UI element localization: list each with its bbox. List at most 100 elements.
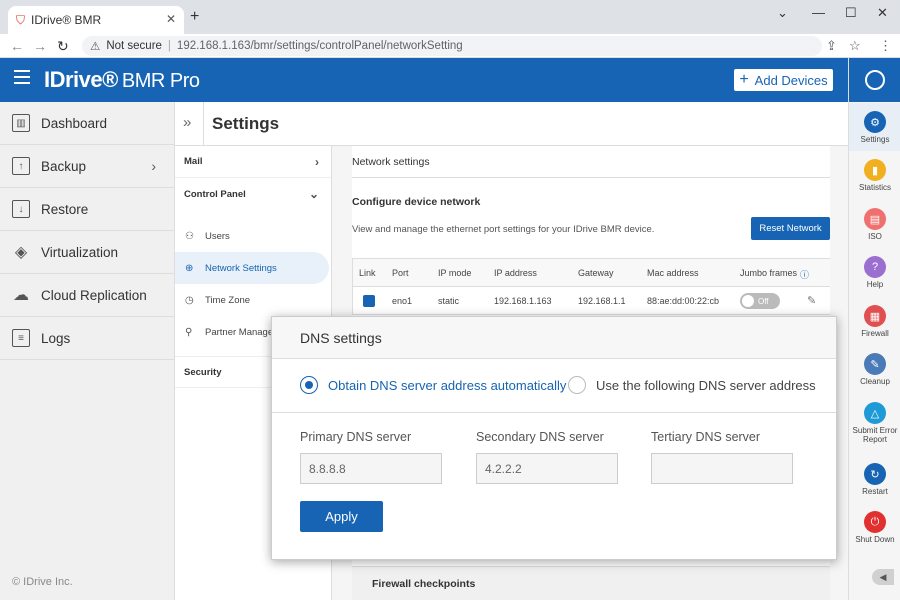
column-header: Mac address	[647, 268, 699, 278]
page-header: » Settings	[175, 102, 848, 146]
rightbar-shut-down[interactable]: ⏻ Shut Down	[849, 511, 900, 544]
secondary-dns-field[interactable]: 4.2.2.2	[476, 453, 618, 484]
main-sidebar: ▥ Dashboard ↑ Backup › ↓ Restore ◈ Virtu…	[0, 102, 175, 600]
reset-network-button[interactable]: Reset Network	[751, 217, 830, 240]
minimize-window-icon[interactable]: —	[812, 5, 825, 20]
sidebar-item-virtualization[interactable]: ◈ Virtualization	[0, 231, 174, 274]
dns-settings-dialog: DNS settings Obtain DNS server address a…	[271, 316, 837, 560]
submenu-item-users[interactable]: ⚇ Users	[175, 220, 331, 252]
configure-title: Configure device network	[352, 196, 481, 208]
jumbo-frames-toggle[interactable]: Off	[740, 293, 780, 309]
address-bar: ← → ↻ ⚠ Not secure | 192.168.1.163/bmr/s…	[0, 34, 900, 58]
firewall-checkpoints-header[interactable]: Firewall checkpoints	[352, 566, 830, 600]
rightbar-firewall[interactable]: ▦ Firewall	[849, 305, 900, 338]
layers-icon: ◈	[14, 244, 28, 261]
minimize-icon[interactable]: ⌄	[777, 5, 788, 21]
submenu-control-panel[interactable]: Control Panel ⌄	[175, 178, 331, 210]
ip-mode-cell: static	[438, 296, 460, 306]
rightbar-settings[interactable]: ⚙ Settings	[849, 103, 900, 151]
dns-dialog-title: DNS settings	[272, 317, 836, 359]
secondary-dns-label: Secondary DNS server	[476, 430, 604, 444]
share-icon[interactable]: ⇪	[826, 38, 837, 54]
radio-unselected-icon	[568, 376, 586, 394]
section-title: Network settings	[352, 146, 830, 178]
port-cell: eno1	[392, 296, 413, 306]
globe-icon: ⊕	[185, 262, 194, 274]
obtain-dns-automatically-radio[interactable]: Obtain DNS server address automatically	[300, 376, 566, 394]
column-header: Gateway	[578, 268, 614, 278]
sidebar-item-cloud-replication[interactable]: ☁ Cloud Replication	[0, 274, 174, 317]
dns-mode-options: Obtain DNS server address automatically …	[272, 359, 836, 413]
back-icon[interactable]: ←	[10, 38, 24, 54]
rightbar-cleanup[interactable]: ✎ Cleanup	[849, 353, 900, 386]
plus-icon: +	[739, 71, 749, 88]
users-icon: ⚇	[185, 230, 194, 242]
browser-menu-icon[interactable]: ⋮	[879, 38, 892, 54]
power-icon: ⏻	[864, 511, 886, 533]
idrive-logo: IDrive® BMR Pro	[44, 67, 200, 92]
right-toolbar: ⚙ Settings ▮ Statistics ▤ ISO ? Help ▦ F…	[848, 58, 900, 600]
url-field[interactable]: ⚠ Not secure | 192.168.1.163/bmr/setting…	[82, 36, 822, 56]
sidebar-item-dashboard[interactable]: ▥ Dashboard	[0, 102, 174, 145]
sidebar-item-backup[interactable]: ↑ Backup ›	[0, 145, 174, 188]
close-tab-icon[interactable]: ✕	[166, 12, 176, 26]
warning-icon: ⚠	[90, 41, 101, 53]
apply-button[interactable]: Apply	[300, 501, 383, 532]
restore-download-icon: ↓	[12, 200, 30, 218]
column-header: Port	[392, 268, 409, 278]
rightbar-submit-error-report[interactable]: △ Submit Error Report	[849, 402, 900, 444]
use-following-dns-radio[interactable]: Use the following DNS server address	[568, 376, 816, 394]
chevron-right-icon: ›	[315, 154, 319, 169]
double-chevron-icon[interactable]: »	[183, 114, 191, 131]
gateway-cell: 192.168.1.1	[578, 296, 626, 306]
header-divider	[203, 102, 204, 146]
new-tab-icon[interactable]: +	[190, 8, 199, 26]
primary-dns-field[interactable]: 8.8.8.8	[300, 453, 442, 484]
submenu-item-time-zone[interactable]: ◷ Time Zone	[175, 284, 331, 316]
iso-file-icon: ▤	[864, 208, 886, 230]
settings-gear-icon: ⚙	[864, 111, 886, 133]
sidebar-item-restore[interactable]: ↓ Restore	[0, 188, 174, 231]
ethernet-link-icon	[363, 295, 375, 307]
help-icon: ?	[864, 256, 886, 278]
rightbar-iso[interactable]: ▤ ISO	[849, 208, 900, 241]
app-header: IDrive® BMR Pro + Add Devices	[0, 58, 848, 102]
browser-tab-bar: ⛉ IDrive® BMR ✕ + ⌄ — ☐ ✕	[0, 0, 900, 34]
submenu-mail[interactable]: Mail ›	[175, 146, 331, 178]
restart-icon: ↻	[864, 463, 886, 485]
close-window-icon[interactable]: ✕	[877, 5, 888, 21]
edit-pencil-icon[interactable]: ✎	[807, 294, 816, 307]
table-header-row: Link Port IP mode IP address Gateway Mac…	[353, 259, 830, 287]
ip-address-cell: 192.168.1.163	[494, 296, 552, 306]
sidebar-item-logs[interactable]: ≡ Logs	[0, 317, 174, 360]
rightbar-statistics[interactable]: ▮ Statistics	[849, 159, 900, 192]
column-header: Link	[359, 268, 376, 278]
collapse-toolbar-icon[interactable]: ◀	[872, 569, 894, 585]
submenu-item-network-settings[interactable]: ⊕ Network Settings	[175, 252, 329, 284]
clock-icon: ◷	[185, 294, 194, 306]
primary-dns-label: Primary DNS server	[300, 430, 412, 444]
tertiary-dns-field[interactable]	[651, 453, 793, 484]
hamburger-menu-icon[interactable]	[14, 70, 30, 84]
rightbar-restart[interactable]: ↻ Restart	[849, 463, 900, 496]
cloud-icon: ☁	[13, 287, 29, 304]
browser-tab[interactable]: ⛉ IDrive® BMR ✕	[8, 6, 184, 34]
forward-icon[interactable]: →	[33, 38, 47, 54]
rightbar-help[interactable]: ? Help	[849, 256, 900, 289]
security-label: Not secure	[106, 40, 162, 52]
chevron-down-icon: ⌄	[308, 187, 319, 201]
url-separator: |	[167, 40, 171, 52]
reload-icon[interactable]: ↻	[57, 38, 69, 55]
add-devices-button[interactable]: + Add Devices	[734, 69, 833, 91]
cleanup-icon: ✎	[864, 353, 886, 375]
info-icon[interactable]: ⓘ	[800, 268, 809, 281]
user-profile-button[interactable]	[849, 58, 900, 102]
configure-description: View and manage the ethernet port settin…	[352, 224, 655, 235]
url-text: 192.168.1.163/bmr/settings/controlPanel/…	[176, 40, 463, 52]
logs-document-icon: ≡	[12, 329, 30, 347]
tertiary-dns-label: Tertiary DNS server	[651, 430, 761, 444]
warning-triangle-icon: △	[864, 402, 886, 424]
backup-upload-icon: ↑	[12, 157, 30, 175]
maximize-icon[interactable]: ☐	[845, 5, 857, 21]
bookmark-star-icon[interactable]: ☆	[849, 38, 861, 54]
